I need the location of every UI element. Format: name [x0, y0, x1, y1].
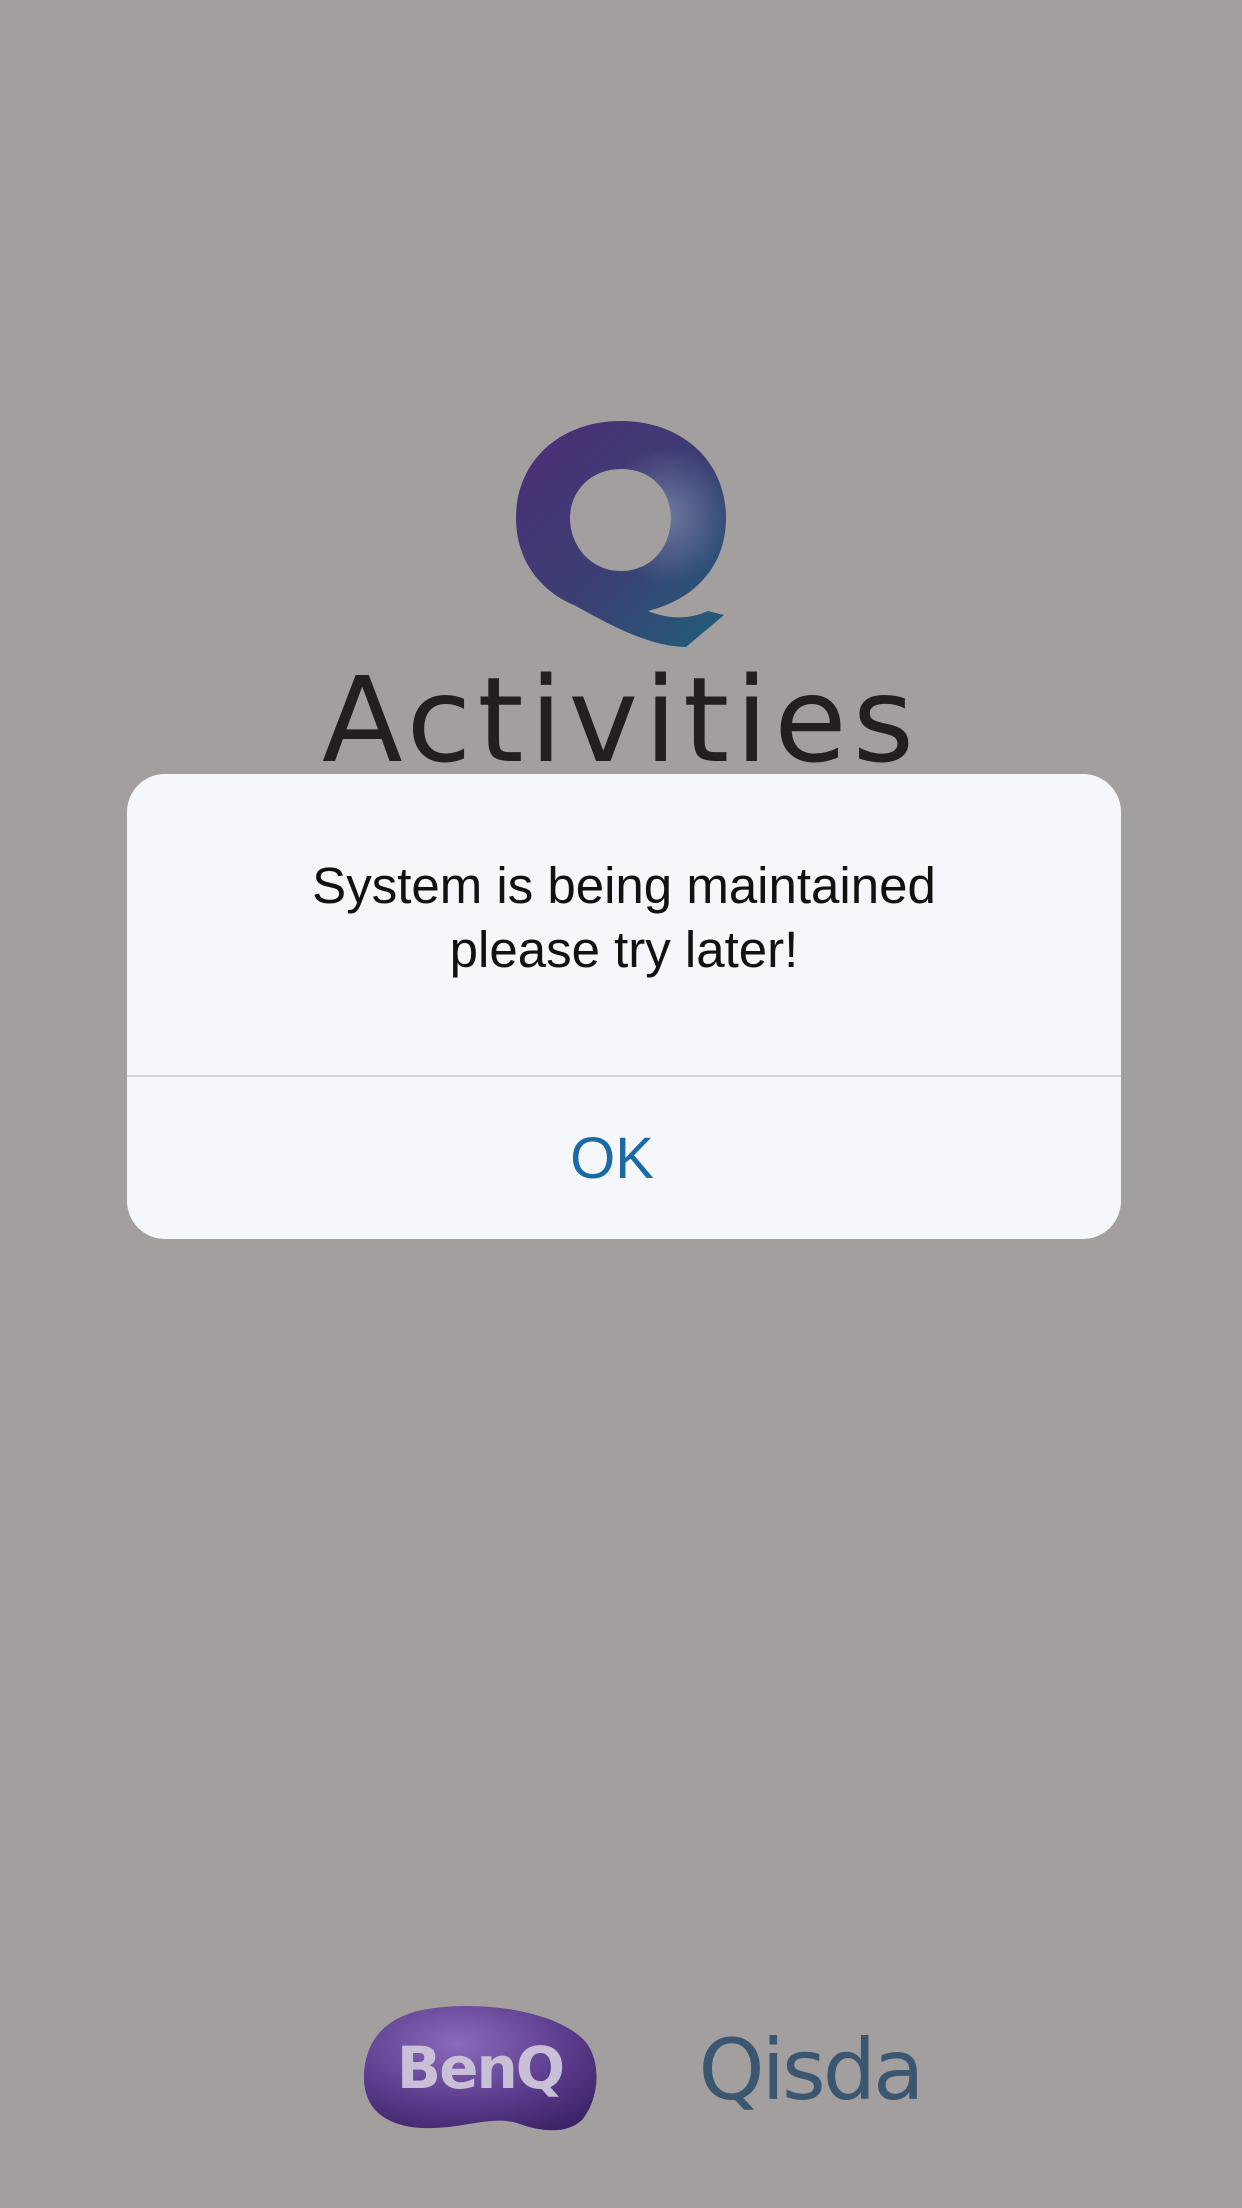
app-name-wordmark: Activities [321, 651, 921, 789]
qisda-logo-icon: Qisda [698, 2025, 924, 2115]
maintenance-alert-dialog: System is being maintained please try la… [127, 774, 1121, 1239]
q-activities-logo-icon [516, 421, 726, 647]
ok-button-label: OK [570, 1125, 654, 1191]
qisda-logo-text: Qisda [698, 2025, 921, 2115]
alert-message: System is being maintained please try la… [312, 857, 936, 978]
ok-button[interactable]: OK [127, 1077, 1121, 1239]
benq-logo-icon: BenQ [364, 2005, 597, 2131]
benq-logo-text: BenQ [397, 2034, 563, 2102]
splash-screen: Activities System is being maintained pl… [0, 0, 1242, 2208]
